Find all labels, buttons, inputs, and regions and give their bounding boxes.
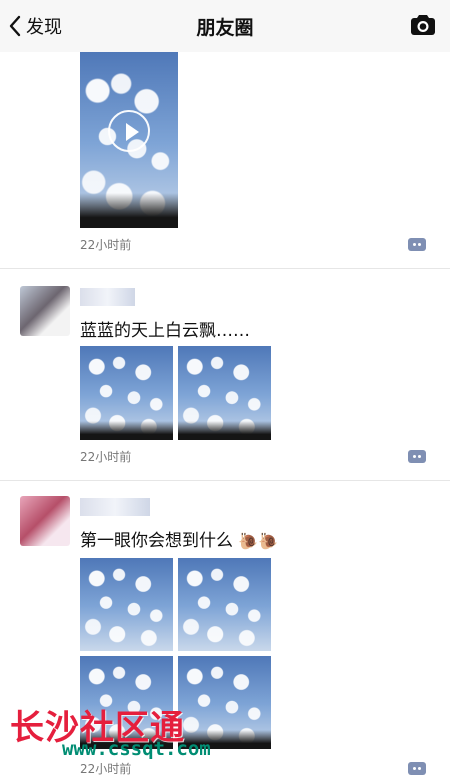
post-3-comment-icon[interactable] bbox=[408, 762, 426, 775]
post-1-time: 22小时前 bbox=[80, 238, 132, 252]
post-2-photo-2[interactable] bbox=[178, 346, 271, 440]
page-title: 朋友圈 bbox=[196, 17, 254, 39]
post-3-avatar[interactable] bbox=[20, 496, 70, 546]
camera-icon[interactable] bbox=[410, 13, 436, 37]
watermark-url: www.cssqt.com bbox=[62, 738, 211, 760]
post-2-photo-1[interactable] bbox=[80, 346, 173, 440]
post-divider bbox=[0, 480, 450, 481]
site-watermark: 长沙社区通 www.cssqt.com bbox=[10, 700, 260, 760]
play-icon[interactable] bbox=[108, 110, 150, 152]
post-2-avatar[interactable] bbox=[20, 286, 70, 336]
post-3-username-blurred[interactable] bbox=[80, 498, 150, 516]
post-3-time: 22小时前 bbox=[80, 762, 132, 776]
post-1-comment-icon[interactable] bbox=[408, 238, 426, 251]
post-2-text: 蓝蓝的天上白云飘…… bbox=[80, 321, 250, 341]
post-3-photo-1[interactable] bbox=[80, 558, 173, 651]
post-2-username-blurred[interactable] bbox=[80, 288, 135, 306]
top-navigation-bar: 发现 朋友圈 bbox=[0, 0, 450, 52]
post-3-text-content: 第一眼你会想到什么 bbox=[80, 531, 233, 551]
post-2-time: 22小时前 bbox=[80, 450, 132, 464]
post-divider bbox=[0, 268, 450, 269]
post-3-photo-2[interactable] bbox=[178, 558, 271, 651]
post-1-video-thumbnail[interactable] bbox=[80, 52, 178, 228]
post-2-comment-icon[interactable] bbox=[408, 450, 426, 463]
post-3-text: 第一眼你会想到什么 🐌🐌 bbox=[80, 526, 278, 551]
snail-emoji-icon: 🐌🐌 bbox=[238, 531, 279, 551]
